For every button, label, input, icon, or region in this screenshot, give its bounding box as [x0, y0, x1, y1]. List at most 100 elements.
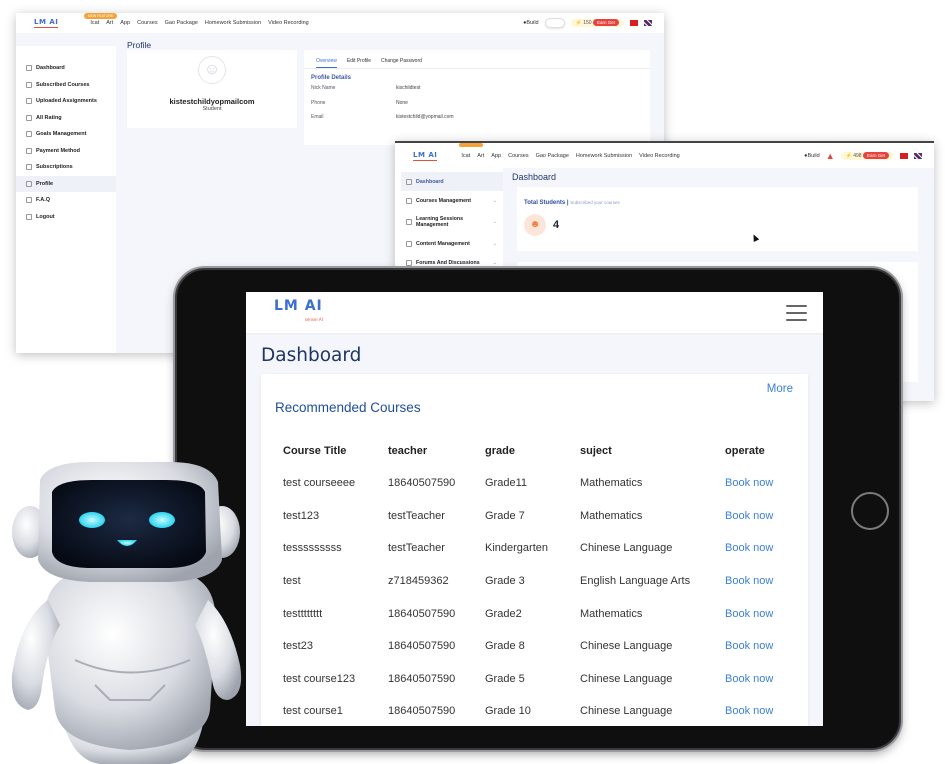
table-header-row: Course Title teacher grade suject operat… — [283, 434, 793, 467]
courses-icon — [26, 81, 32, 88]
chevron-down-icon: ⌄ — [492, 197, 497, 204]
page-title: Profile — [127, 40, 152, 50]
nav-item-icat[interactable]: Icat — [90, 20, 99, 26]
book-now-button[interactable]: Book now — [725, 575, 773, 587]
robot-mascot-icon — [11, 462, 242, 764]
tab-change-password[interactable]: Change Password — [381, 58, 422, 68]
sidebar-item-learning-sessions[interactable]: Learning Sessions Management ⌄ — [401, 210, 503, 234]
cell-teacher: 18640507590 — [388, 607, 456, 620]
nav-item-video-recording[interactable]: Video Recording — [639, 153, 680, 159]
nav-item-courses[interactable]: Courses — [137, 20, 157, 26]
nav-item-courses[interactable]: Courses — [508, 153, 528, 159]
sidebar-item-all-rating[interactable]: All Rating — [16, 110, 116, 127]
logo[interactable]: LM AI — [413, 151, 438, 161]
cell-subject: Chinese Language — [580, 640, 673, 653]
nav-item-homework-submission[interactable]: Homework Submission — [576, 153, 632, 159]
nav-item-icat[interactable]: Icat — [461, 153, 470, 159]
cell-grade: Grade11 — [485, 477, 527, 490]
cell-grade: Grade 7 — [485, 509, 525, 522]
book-now-button[interactable]: Book now — [725, 705, 773, 717]
english-flag-icon[interactable] — [644, 20, 652, 26]
lightning-icon: ⚡ — [845, 152, 852, 159]
nav-item-homework-submission[interactable]: Homework Submission — [205, 20, 261, 26]
sidebar-item-logout[interactable]: Logout — [16, 209, 116, 226]
dashboard-icon — [26, 65, 32, 72]
dashboard-icon — [406, 178, 412, 185]
table-row: test course123 18640507590 Grade 5 Chine… — [283, 663, 793, 696]
sidebar-item-uploaded-assignments[interactable]: Uploaded Assignments — [16, 93, 116, 110]
hamburger-menu-icon[interactable] — [786, 304, 807, 321]
theme-toggle[interactable] — [544, 18, 565, 28]
build-button[interactable]: ●Build — [804, 153, 820, 159]
avatar: ☺ — [198, 56, 226, 84]
cell-title: test course123 — [283, 672, 356, 685]
new-feature-badge: NEW FEATURE — [84, 13, 118, 19]
lightning-icon: ⚡ — [575, 20, 582, 26]
nav-item-gao-package[interactable]: Gao Package — [165, 20, 198, 26]
sidebar-item-courses-management[interactable]: Courses Management ⌄ — [401, 191, 503, 210]
logo[interactable]: LM AI — [34, 18, 59, 28]
cell-teacher: 18640507590 — [388, 672, 456, 685]
table-row: test courseeee 18640507590 Grade11 Mathe… — [283, 467, 793, 500]
sidebar-item-dashboard[interactable]: Dashboard — [16, 60, 116, 77]
sidebar-item-goals-management[interactable]: Goals Management — [16, 126, 116, 143]
earn-button[interactable]: Earn Get — [862, 151, 889, 159]
warning-icon[interactable]: ▲ — [826, 151, 835, 161]
sidebar-item-subscriptions[interactable]: Subscriptions — [16, 159, 116, 176]
nav-item-app[interactable]: App — [120, 20, 130, 26]
assignments-icon — [26, 98, 32, 105]
content-icon — [406, 240, 412, 247]
total-students-card: Total Students | Subscribed your courses… — [517, 187, 918, 251]
top-right-controls: ●Build ⚡ 150 Earn Get — [523, 18, 664, 28]
star-icon — [26, 114, 32, 121]
question-icon — [26, 197, 32, 204]
nav-item-art[interactable]: Art — [477, 153, 484, 159]
cell-grade: Kindergarten — [485, 542, 548, 555]
chevron-down-icon: ⌄ — [492, 259, 497, 266]
nav-item-app[interactable]: App — [491, 153, 501, 159]
sidebar-item-payment-method[interactable]: Payment Method — [16, 143, 116, 160]
tablet-screen: LM AI sensei AI Dashboard More Recommende… — [246, 292, 823, 726]
book-now-button[interactable]: Book now — [725, 640, 773, 652]
nav-item-gao-package[interactable]: Gao Package — [536, 153, 569, 159]
subscriptions-icon — [26, 164, 32, 171]
build-button[interactable]: ●Build — [523, 20, 539, 26]
sidebar-item-subscribed-courses[interactable]: Subscribed Courses — [16, 77, 116, 94]
nav-item-video-recording[interactable]: Video Recording — [268, 20, 309, 26]
more-link[interactable]: More — [767, 383, 793, 395]
tab-overview[interactable]: Overview — [316, 58, 337, 68]
profile-role: Student — [202, 106, 222, 112]
column-header-operate: operate — [725, 444, 765, 457]
points-badge: ⚡ 498 Earn Get — [840, 151, 894, 160]
chevron-down-icon: ⌄ — [492, 219, 497, 225]
book-now-button[interactable]: Book now — [725, 608, 773, 620]
sidebar-item-faq[interactable]: F.A.Q — [16, 192, 116, 209]
cell-subject: Mathematics — [580, 607, 643, 620]
detail-row-email: Email kistestchild@yopmail.com — [311, 114, 454, 121]
chinese-flag-icon[interactable] — [630, 20, 638, 26]
users-icon: ☻ — [524, 214, 546, 236]
chinese-flag-icon[interactable] — [900, 152, 908, 159]
table-row: test123 testTeacher Grade 7 Mathematics … — [283, 500, 793, 533]
book-now-button[interactable]: Book now — [725, 510, 773, 522]
sessions-icon — [406, 219, 412, 225]
earn-button[interactable]: Earn Get — [592, 19, 619, 26]
page-title: Dashboard — [512, 172, 557, 182]
book-now-button[interactable]: Book now — [725, 477, 773, 489]
book-now-button[interactable]: Book now — [725, 673, 773, 685]
cell-teacher: 18640507590 — [388, 640, 456, 653]
nav-item-art[interactable]: Art — [106, 20, 113, 26]
english-flag-icon[interactable] — [914, 152, 922, 159]
sidebar-item-content-management[interactable]: Content Management ⌄ — [401, 234, 503, 253]
home-button[interactable] — [851, 492, 889, 530]
cell-teacher: testTeacher — [388, 542, 445, 555]
logo[interactable]: LM AI sensei AI — [274, 299, 323, 327]
table-row: testttttttt 18640507590 Grade2 Mathemati… — [283, 597, 793, 630]
cell-subject: English Language Arts — [580, 575, 691, 588]
book-now-button[interactable]: Book now — [725, 542, 773, 554]
payment-icon — [26, 147, 32, 154]
sidebar-item-profile[interactable]: Profile — [16, 175, 116, 192]
column-header-course-title: Course Title — [283, 444, 347, 457]
sidebar-item-dashboard[interactable]: Dashboard — [401, 172, 503, 191]
tab-edit-profile[interactable]: Edit Profile — [347, 58, 371, 68]
